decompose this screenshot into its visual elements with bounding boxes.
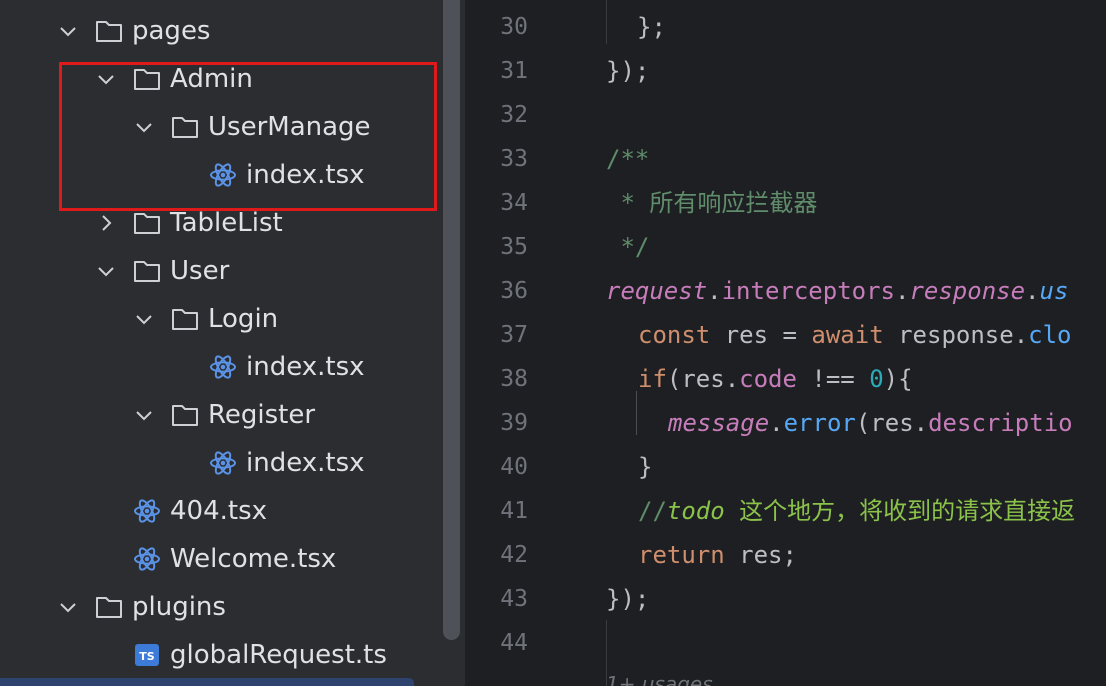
tree-item-label: Welcome.tsx [170, 544, 337, 574]
folder-icon [96, 21, 122, 42]
code-line-39: message.error(res.descriptio [668, 409, 1073, 437]
tree-item-label: index.tsx [246, 448, 365, 478]
chevron-down-icon[interactable] [134, 405, 154, 425]
code-line-40: } [638, 453, 653, 481]
code-line-38: if(res.code !== 0){ [638, 365, 913, 393]
react-icon [210, 451, 236, 475]
folder-icon [134, 261, 160, 282]
folder-icon [172, 309, 198, 330]
tree-item-usermanage[interactable]: UserManage [0, 103, 440, 151]
line-number: 40 [500, 454, 528, 480]
tree-item-login-index[interactable]: index.tsx [0, 343, 440, 391]
tree-item-label: 404.tsx [170, 496, 268, 526]
tree-item-register-index[interactable]: index.tsx [0, 439, 440, 487]
tree-item-register[interactable]: Register [0, 391, 440, 439]
tree-selection-bar [0, 678, 414, 686]
line-number: 42 [500, 542, 528, 568]
folder-icon [172, 405, 198, 426]
tree-item-globalrequest[interactable]: TS globalRequest.ts [0, 631, 440, 679]
tree-item-welcome[interactable]: Welcome.tsx [0, 535, 440, 583]
tree-item-tablelist[interactable]: TableList [0, 199, 440, 247]
chevron-down-icon[interactable] [134, 309, 154, 329]
line-number: 43 [500, 586, 528, 612]
tree-item-label: Register [208, 400, 316, 430]
tree-item-label: index.tsx [246, 352, 365, 382]
tree-item-plugins[interactable]: plugins [0, 583, 440, 631]
line-number-gutter: 30 31 32 33 34 35 36 37 38 39 40 41 42 4… [465, 0, 565, 686]
tree-item-label: globalRequest.ts [170, 640, 387, 670]
react-icon [134, 547, 160, 571]
tree-item-pages[interactable]: pages [0, 7, 440, 55]
code-line-30: }; [637, 13, 666, 41]
tree-item-label: Login [208, 304, 279, 334]
line-number: 44 [500, 630, 528, 656]
line-number: 30 [500, 14, 528, 40]
line-number: 36 [500, 278, 528, 304]
tree-item-user[interactable]: User [0, 247, 440, 295]
line-number: 35 [500, 234, 528, 260]
tree-item-label: TableList [170, 208, 283, 238]
react-icon [134, 499, 160, 523]
folder-icon [172, 117, 198, 138]
svg-text:TS: TS [139, 650, 155, 663]
code-line-42: return res; [638, 541, 797, 569]
line-number: 31 [500, 58, 528, 84]
typescript-file-icon: TS [135, 644, 159, 666]
chevron-down-icon[interactable] [58, 21, 78, 41]
code-line-34: * 所有响应拦截器 [606, 189, 818, 217]
folder-icon [134, 213, 160, 234]
code-line-31: }); [606, 57, 650, 85]
line-number: 32 [500, 102, 528, 128]
tree-item-label: Admin [170, 64, 253, 94]
code-line-43: }); [606, 585, 650, 613]
folder-icon [96, 597, 122, 618]
line-number: 37 [500, 322, 528, 348]
indent-guide [606, 0, 607, 44]
line-number: 34 [500, 190, 528, 216]
code-line-35: */ [606, 233, 650, 261]
react-icon [210, 355, 236, 379]
tree-item-login[interactable]: Login [0, 295, 440, 343]
chevron-down-icon[interactable] [134, 117, 154, 137]
usages-hint[interactable]: 1+ usages [606, 662, 713, 686]
indent-guide [636, 391, 637, 435]
line-number: 33 [500, 146, 528, 172]
chevron-down-icon[interactable] [58, 597, 78, 617]
tree-item-label: pages [132, 16, 211, 46]
react-icon [210, 163, 236, 187]
tree-item-usermanage-index[interactable]: index.tsx [0, 151, 440, 199]
chevron-down-icon[interactable] [96, 69, 116, 89]
code-editor[interactable]: }; }); /** * 所有响应拦截器 */ request.intercep… [565, 0, 1106, 686]
chevron-down-icon[interactable] [96, 261, 116, 281]
line-number: 41 [500, 498, 528, 524]
tree-item-label: User [170, 256, 230, 286]
line-number: 38 [500, 366, 528, 392]
code-line-41: //todo 这个地方，将收到的请求直接返 [638, 497, 1076, 525]
tree-item-label: UserManage [208, 112, 371, 142]
project-tree-panel: pages Admin UserManage index.tsx TableLi… [0, 0, 465, 686]
chevron-right-icon[interactable] [96, 213, 116, 233]
tree-item-admin[interactable]: Admin [0, 55, 440, 103]
code-line-33: /** [606, 145, 650, 173]
code-line-37: const res = await response.clo [638, 321, 1072, 349]
line-number: 39 [500, 410, 528, 436]
tree-item-label: plugins [132, 592, 226, 622]
tree-item-label: index.tsx [246, 160, 365, 190]
tree-item-404[interactable]: 404.tsx [0, 487, 440, 535]
folder-icon [134, 69, 160, 90]
code-line-36: request.interceptors.response.us [606, 277, 1069, 305]
tree-scrollbar[interactable] [443, 0, 460, 640]
